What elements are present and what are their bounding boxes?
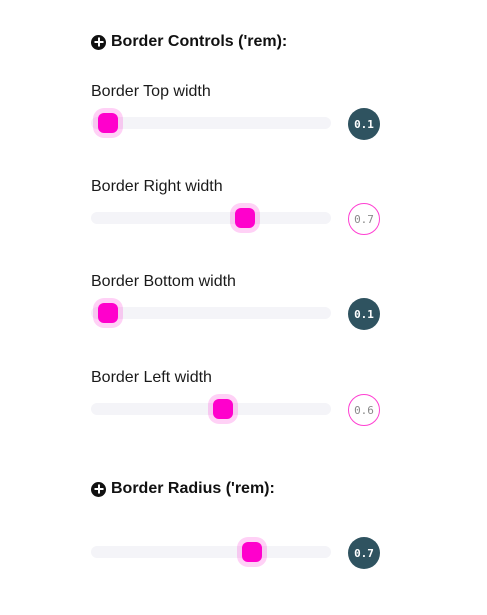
border-radius-slider[interactable] xyxy=(91,542,331,562)
border-radius-value-badge: 0.7 xyxy=(348,537,380,569)
border-radius-title: Border Radius ('rem): xyxy=(91,479,275,499)
border-left-slider[interactable] xyxy=(91,399,331,419)
border-top-slider-thumb[interactable] xyxy=(97,113,118,133)
border-radius-title-text: Border Radius ('rem): xyxy=(111,480,275,497)
border-bottom-slider[interactable] xyxy=(91,303,331,323)
border-top-value-badge: 0.1 xyxy=(348,108,380,140)
border-controls-title: Border Controls ('rem): xyxy=(91,32,287,52)
border-top-label: Border Top width xyxy=(91,83,211,100)
border-controls-title-text: Border Controls ('rem): xyxy=(111,33,288,50)
border-left-value-badge: 0.6 xyxy=(348,394,380,426)
border-radius-slider-thumb[interactable] xyxy=(241,542,262,562)
plus-circle-icon[interactable] xyxy=(91,34,106,50)
border-bottom-slider-thumb[interactable] xyxy=(97,303,118,323)
border-right-value-badge: 0.7 xyxy=(348,203,380,235)
border-right-slider[interactable] xyxy=(91,208,331,228)
border-right-slider-thumb[interactable] xyxy=(234,208,255,228)
border-left-label: Border Left width xyxy=(91,369,212,386)
border-right-label: Border Right width xyxy=(91,178,223,195)
plus-circle-icon[interactable] xyxy=(91,481,106,497)
border-top-slider[interactable] xyxy=(91,113,331,133)
border-bottom-value-badge: 0.1 xyxy=(348,298,380,330)
border-left-slider-thumb[interactable] xyxy=(213,399,233,419)
border-bottom-label: Border Bottom width xyxy=(91,273,236,290)
